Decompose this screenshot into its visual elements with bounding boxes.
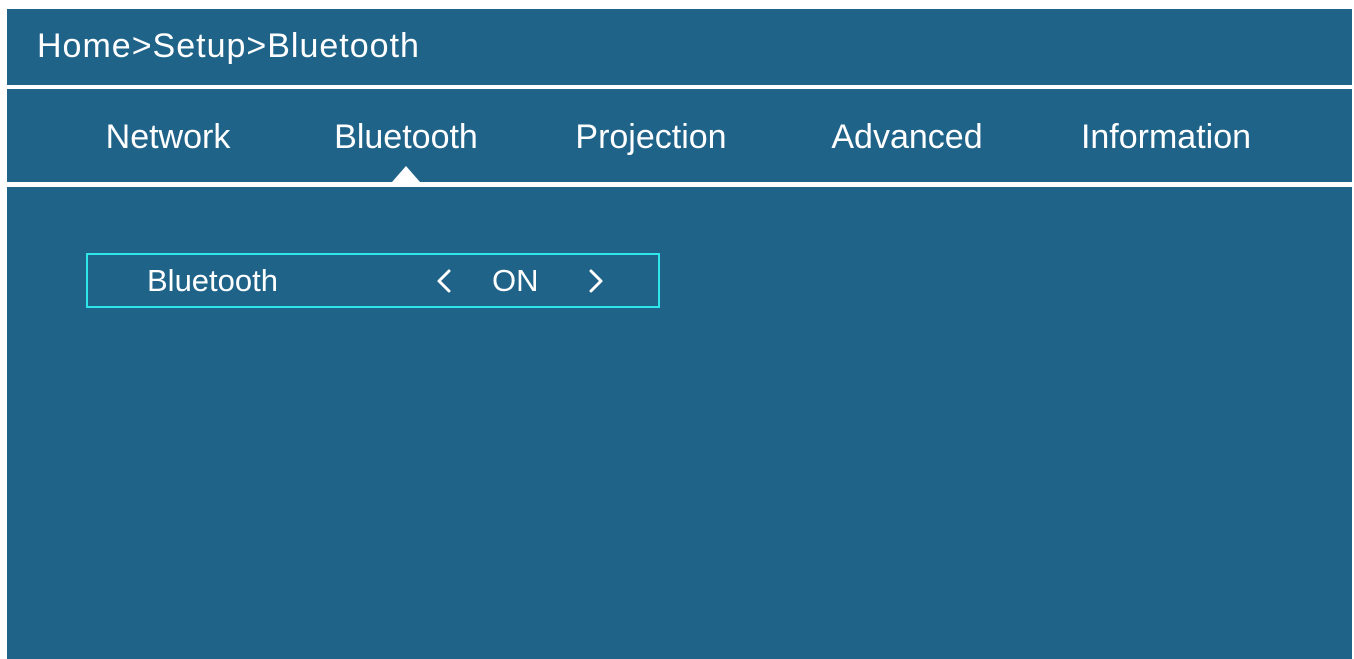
active-tab-indicator <box>392 166 420 182</box>
header-divider <box>7 85 1352 89</box>
tab-network[interactable]: Network <box>106 113 231 161</box>
tabs-divider <box>7 182 1352 187</box>
chevron-left-icon[interactable] <box>432 255 456 306</box>
tab-advanced[interactable]: Advanced <box>831 113 982 161</box>
tab-information[interactable]: Information <box>1081 113 1251 161</box>
setting-value: ON <box>492 263 539 298</box>
settings-screen: Home>Setup>Bluetooth Network Bluetooth P… <box>7 9 1352 659</box>
tab-bluetooth[interactable]: Bluetooth <box>334 113 478 161</box>
tab-projection[interactable]: Projection <box>575 113 726 161</box>
tab-bar: Network Bluetooth Projection Advanced In… <box>7 113 1352 161</box>
setting-label: Bluetooth <box>147 263 278 298</box>
bluetooth-setting-row[interactable]: Bluetooth ON <box>86 253 660 308</box>
chevron-right-icon[interactable] <box>584 255 608 306</box>
breadcrumb: Home>Setup>Bluetooth <box>37 27 420 65</box>
